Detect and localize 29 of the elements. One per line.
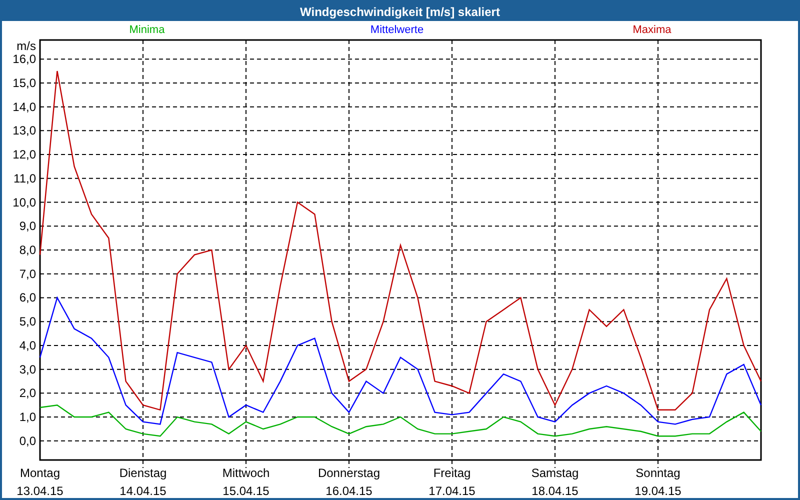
y-tick-label: 16,0 <box>12 52 36 66</box>
legend-label: Minima <box>129 24 165 36</box>
y-tick-label: 3,0 <box>19 362 36 376</box>
y-tick-label: 6,0 <box>19 290 36 305</box>
x-tick-label: Mittwoch 15.04.15 <box>222 466 270 498</box>
y-tick-label: 5,0 <box>19 314 36 329</box>
y-tick-label: 12,0 <box>12 148 36 162</box>
y-tick-label: 13,0 <box>12 124 36 138</box>
x-tick-label: Samstag 18.04.15 <box>531 466 579 498</box>
x-tick-label: Dienstag 14.04.15 <box>119 466 167 498</box>
legend-label: Maxima <box>632 24 672 36</box>
y-tick-label: 7,0 <box>19 266 36 281</box>
x-tick-label: Donnerstag 16.04.15 <box>318 466 380 498</box>
y-tick-label: 11,0 <box>14 171 36 186</box>
y-tick-label: 4,0 <box>19 338 36 352</box>
legend-label: Mittelwerte <box>370 24 424 36</box>
x-tick-label: Freitag 17.04.15 <box>428 466 476 498</box>
y-tick-label: 1,0 <box>19 410 36 424</box>
y-tick-label: 2,0 <box>19 386 36 400</box>
y-tick-label: 8,0 <box>19 243 36 257</box>
y-axis-label: m/s <box>16 39 36 53</box>
x-tick-label: Montag 13.04.15 <box>16 466 64 498</box>
y-tick-label: 14,0 <box>12 100 36 114</box>
y-tick-label: 0,0 <box>19 434 36 448</box>
window-title: Windgeschwindigkeit [m/s] skaliert <box>300 4 500 20</box>
y-tick-label: 15,0 <box>12 76 36 90</box>
y-tick-label: 9,0 <box>19 219 36 234</box>
y-tick-label: 10,0 <box>12 195 36 210</box>
x-tick-label: Sonntag 19.04.15 <box>634 466 682 498</box>
